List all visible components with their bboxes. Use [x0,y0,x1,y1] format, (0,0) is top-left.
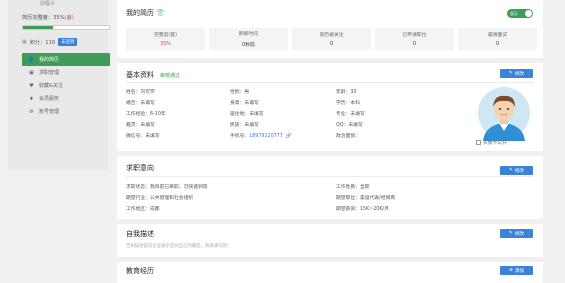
stat-completion: 完整度(差) 35% [126,28,205,50]
sign-in-button[interactable]: 未签到 [58,38,78,46]
field-residence: 居住地：未填写 [230,112,264,117]
self-description-title: 自我描述 [126,230,154,238]
completion-progress-bar [22,25,110,30]
sidebar-item-account[interactable]: ⚙ 账号管理 [22,105,110,118]
field-education: 学历：本科 [336,101,360,106]
completion-text: 简历完整度：35%(差) [22,15,74,21]
points-row: ▦ 积分：110 未签到 [22,38,78,46]
self-description-placeholder: 告知描述是向企业展示您对自己的最后，快来填写吧！ [126,244,232,249]
resume-title: 我的简历 👕 [126,9,165,17]
resume-summary-panel: 我的简历 👕 显示 完整度(差) 35% 刷新时间 0秒前 简历被关注 0 已申请… [117,0,543,58]
field-position: 期望职位：渠道代表/经销商 [336,196,396,201]
field-job-nature: 工作性质：全职 [336,185,370,190]
toggle-knob [525,10,532,17]
resume-stats: 完整度(差) 35% 刷新时间 0秒前 简历被关注 0 已申请职位 0 邀请面试… [126,28,537,50]
field-salary: 期望薪资：15K~20K/月 [336,207,389,212]
field-gender: 性别：男 [230,90,250,95]
job-intent-title: 求职意向 [126,164,154,172]
shirt-icon: 👕 [156,9,165,17]
stat-followed: 简历被关注 0 [292,28,371,50]
audit-status: 审核通过 [160,73,181,79]
job-intent-panel: 求职意向 ✎ 修改 求职状态：我目前已离职，可快速到岗 工作性质：全职 期望行业：… [117,156,543,219]
field-industry: 期望行业：公共管理和社会组织 [126,196,194,201]
field-phone: 手机号：18979120777 🔗 [230,134,292,139]
field-experience: 工作经验：6-10年 [126,112,166,117]
education-panel: 教育经历 ⊕ 添加 [117,262,543,283]
sidebar-item-my-resume[interactable]: 👤 我的简历 [22,53,110,66]
gear-icon: ⚙ [29,108,34,115]
briefcase-icon: ▣ [29,69,34,76]
link-icon[interactable]: 🔗 [286,134,292,139]
sidebar-menu: 👤 我的简历 ▣ 求职管理 ♥ 收藏&关注 ♦ 会员服务 ⚙ 账号管理 [22,53,110,118]
basic-info-title: 基本资料 审核通过 [126,71,181,79]
basic-edit-button[interactable]: ✎ 修改 [500,69,533,78]
field-age: 年龄：30 [336,90,357,95]
pencil-icon: ✎ [508,231,513,236]
education-add-button[interactable]: ⊕ 添加 [500,266,533,275]
sidebar-item-job-management[interactable]: ▣ 求职管理 [22,66,110,79]
field-qq: QQ：未填写 [336,123,363,128]
field-nation: 民族：未填写 [230,123,259,128]
field-hometown: 籍贯：未填写 [126,123,155,128]
completion-progress-fill [23,26,54,29]
phone-number: 18979120777 [249,134,283,139]
points-icon: ▦ [22,39,27,45]
checkbox[interactable] [476,140,481,145]
avatar-illustration [478,87,530,141]
plus-icon: ⊕ [508,268,513,273]
heart-icon: ♥ [29,82,34,89]
vip-icon: ♦ [29,95,34,102]
field-marriage: 婚否：未填写 [126,101,155,106]
user-name: 前程子 [40,1,56,7]
field-location: 工作地区：成都 [126,207,160,212]
education-title: 教育经历 [126,267,154,275]
intent-edit-button[interactable]: ✎ 修改 [500,166,533,175]
stat-refresh-time: 刷新时间 0秒前 [209,28,288,50]
field-major: 专业：未填写 [336,112,365,117]
pencil-icon: ✎ [508,71,513,76]
field-political: 政治面貌： [336,134,360,139]
field-name: 姓名：刘可学 [126,90,155,95]
pencil-icon: ✎ [508,168,513,173]
divider [126,82,534,83]
sidebar: 前程子 简历完整度：35%(差) ▦ 积分：110 未签到 👤 我的简历 ▣ 求… [8,0,110,170]
hide-avatar-checkbox[interactable]: 头像不公开 [476,139,507,146]
field-wechat: 微信号：未填写 [126,134,160,139]
basic-info-panel: 基本资料 审核通过 ✎ 修改 姓名：刘可学 性别：男 年龄：30 婚否：未填写 身高… [117,63,543,151]
stat-applied: 已申请职位 0 [375,28,454,50]
field-job-status: 求职状态：我目前已离职，可快速到岗 [126,185,208,190]
stat-interviews: 邀请面试 0 [458,28,537,50]
person-icon: 👤 [28,56,35,63]
resume-visibility-toggle[interactable]: 显示 [507,9,533,18]
desc-edit-button[interactable]: ✎ 修改 [500,229,533,238]
field-height: 身高：未填写 [230,101,259,106]
sidebar-item-vip[interactable]: ♦ 会员服务 [22,92,110,105]
self-description-panel: 自我描述 ✎ 修改 告知描述是向企业展示您对自己的最后，快来填写吧！ [117,224,543,257]
sidebar-item-favorites[interactable]: ♥ 收藏&关注 [22,79,110,92]
points-label: 积分：110 [29,39,56,46]
avatar[interactable] [475,85,533,141]
divider [126,176,534,177]
